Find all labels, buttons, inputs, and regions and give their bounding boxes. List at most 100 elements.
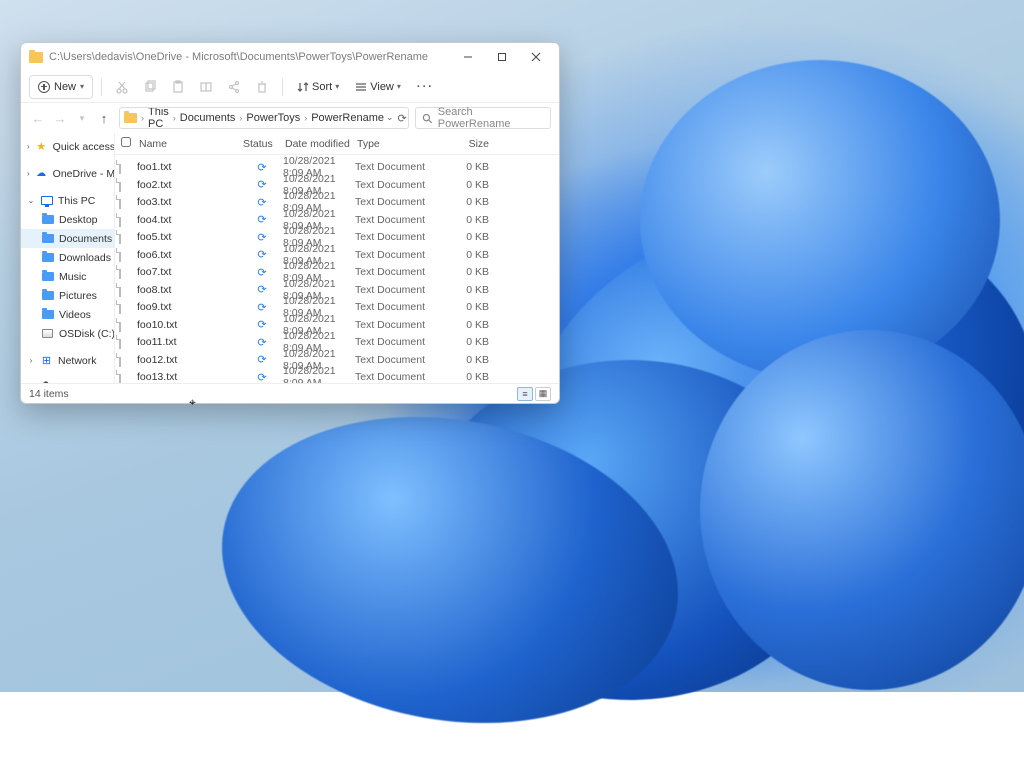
status-bar: 14 items ≡ ▦ [21, 383, 559, 403]
column-headers[interactable]: Name Status Date modified Type Size [115, 133, 559, 155]
file-icon [119, 300, 121, 314]
breadcrumb-item[interactable]: PowerToys [246, 112, 300, 124]
file-size: 0 KB [437, 371, 497, 383]
file-icon [119, 283, 121, 297]
maximize-button[interactable] [485, 45, 519, 69]
sort-label: Sort [312, 81, 332, 93]
file-date: 10/28/2021 8:09 AM [283, 365, 355, 383]
minimize-button[interactable] [451, 45, 485, 69]
file-name: foo2.txt [137, 179, 241, 191]
cut-button[interactable] [110, 75, 134, 99]
file-icon [119, 248, 121, 262]
file-name: foo10.txt [137, 319, 241, 331]
sidebar-item-network[interactable]: ›⊞Network [21, 351, 114, 370]
file-name: foo13.txt [137, 371, 241, 383]
col-type[interactable]: Type [355, 138, 437, 150]
sync-icon: ⟳ [241, 161, 283, 174]
up-button[interactable]: ↑ [95, 111, 113, 126]
file-size: 0 KB [437, 284, 497, 296]
view-button[interactable]: View ▾ [349, 75, 407, 99]
sidebar-item-music[interactable]: Music [21, 267, 114, 286]
copy-button[interactable] [138, 75, 162, 99]
col-status[interactable]: Status [241, 138, 283, 150]
chevron-right-icon: › [171, 113, 178, 123]
table-row[interactable]: foo5.txt⟳10/28/2021 8:09 AMText Document… [115, 225, 559, 243]
sidebar-item-documents[interactable]: Documents [21, 229, 114, 248]
file-size: 0 KB [437, 179, 497, 191]
more-button[interactable]: ··· [411, 81, 440, 93]
sidebar-item-onedrive[interactable]: ›☁OneDrive - Micro [21, 164, 114, 183]
table-row[interactable]: foo10.txt⟳10/28/2021 8:09 AMText Documen… [115, 313, 559, 331]
file-name: foo9.txt [137, 301, 241, 313]
table-row[interactable]: foo13.txt⟳10/28/2021 8:09 AMText Documen… [115, 365, 559, 383]
sort-button[interactable]: Sort ▾ [291, 75, 345, 99]
col-date[interactable]: Date modified [283, 138, 355, 150]
search-input[interactable]: Search PowerRename [415, 107, 551, 129]
table-row[interactable]: foo1.txt⟳10/28/2021 8:09 AMText Document… [115, 155, 559, 173]
file-type: Text Document [355, 284, 437, 296]
breadcrumb[interactable]: › This PC › Documents › PowerToys › Powe… [119, 107, 409, 129]
sidebar-item-desktop[interactable]: Desktop [21, 210, 114, 229]
file-type: Text Document [355, 354, 437, 366]
sync-icon: ⟳ [241, 301, 283, 314]
thumbnails-view-button[interactable]: ▦ [535, 387, 551, 401]
chevron-right-icon: › [237, 113, 244, 123]
explorer-window: C:\Users\dedavis\OneDrive - Microsoft\Do… [20, 42, 560, 404]
file-type: Text Document [355, 301, 437, 313]
file-icon [119, 265, 121, 279]
sidebar-item-osdisk[interactable]: OSDisk (C:) [21, 324, 114, 343]
table-row[interactable]: foo6.txt⟳10/28/2021 8:09 AMText Document… [115, 243, 559, 261]
back-button[interactable]: ← [29, 111, 47, 126]
recent-button[interactable]: ▾ [73, 113, 91, 124]
file-name: foo11.txt [137, 336, 241, 348]
paste-button[interactable] [166, 75, 190, 99]
col-size[interactable]: Size [437, 138, 497, 150]
chevron-down-icon: ▾ [335, 82, 339, 91]
sync-icon: ⟳ [241, 371, 283, 384]
close-button[interactable] [519, 45, 553, 69]
chevron-down-icon[interactable]: ⌄ [386, 112, 394, 125]
sidebar-item-downloads[interactable]: Downloads [21, 248, 114, 267]
file-type: Text Document [355, 179, 437, 191]
breadcrumb-item[interactable]: PowerRename [311, 112, 384, 124]
file-icon [119, 195, 121, 209]
separator [101, 78, 102, 96]
table-row[interactable]: foo2.txt⟳10/28/2021 8:09 AMText Document… [115, 173, 559, 191]
table-row[interactable]: foo9.txt⟳10/28/2021 8:09 AMText Document… [115, 295, 559, 313]
table-row[interactable]: foo7.txt⟳10/28/2021 8:09 AMText Document… [115, 260, 559, 278]
share-button[interactable] [222, 75, 246, 99]
col-name[interactable]: Name [137, 138, 241, 150]
new-label: New [54, 81, 76, 93]
chevron-right-icon: › [27, 169, 30, 178]
table-row[interactable]: foo3.txt⟳10/28/2021 8:09 AMText Document… [115, 190, 559, 208]
sidebar-item-pictures[interactable]: Pictures [21, 286, 114, 305]
new-button[interactable]: New ▾ [29, 75, 93, 99]
rename-button[interactable] [194, 75, 218, 99]
sidebar-item-this-pc[interactable]: ⌄This PC [21, 191, 114, 210]
file-size: 0 KB [437, 196, 497, 208]
select-all-checkbox[interactable] [121, 137, 131, 147]
view-label: View [370, 81, 394, 93]
refresh-icon[interactable]: ⟳ [398, 112, 407, 125]
item-count: 14 items [29, 388, 69, 400]
table-row[interactable]: foo11.txt⟳10/28/2021 8:09 AMText Documen… [115, 330, 559, 348]
file-pane: Name Status Date modified Type Size foo1… [115, 133, 559, 383]
delete-button[interactable] [250, 75, 274, 99]
forward-button[interactable]: → [51, 111, 69, 126]
file-icon [119, 160, 121, 174]
file-type: Text Document [355, 231, 437, 243]
file-type: Text Document [355, 266, 437, 278]
breadcrumb-item[interactable]: This PC [148, 107, 169, 129]
file-size: 0 KB [437, 301, 497, 313]
breadcrumb-item[interactable]: Documents [180, 112, 236, 124]
network-icon: ⊞ [40, 354, 53, 367]
sidebar-item-videos[interactable]: Videos [21, 305, 114, 324]
table-row[interactable]: foo8.txt⟳10/28/2021 8:09 AMText Document… [115, 278, 559, 296]
table-row[interactable]: foo4.txt⟳10/28/2021 8:09 AMText Document… [115, 208, 559, 226]
titlebar[interactable]: C:\Users\dedavis\OneDrive - Microsoft\Do… [21, 43, 559, 71]
chevron-right-icon: › [139, 113, 146, 123]
table-row[interactable]: foo12.txt⟳10/28/2021 8:09 AMText Documen… [115, 348, 559, 366]
window-title: C:\Users\dedavis\OneDrive - Microsoft\Do… [49, 51, 451, 63]
details-view-button[interactable]: ≡ [517, 387, 533, 401]
sidebar-item-quick-access[interactable]: ›★Quick access [21, 137, 114, 156]
